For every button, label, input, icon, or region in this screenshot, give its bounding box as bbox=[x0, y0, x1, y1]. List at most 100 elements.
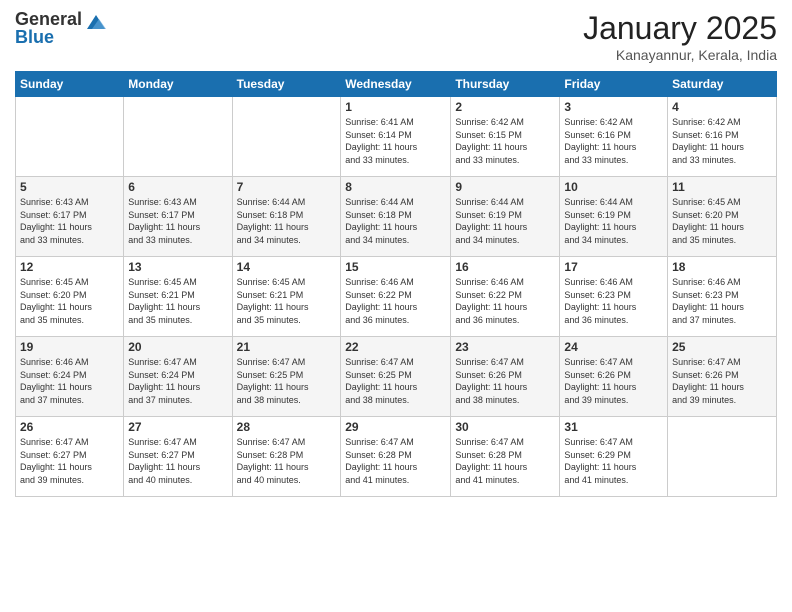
day-number: 2 bbox=[455, 100, 555, 114]
day-info: Sunrise: 6:45 AM Sunset: 6:21 PM Dayligh… bbox=[237, 276, 337, 326]
day-info: Sunrise: 6:47 AM Sunset: 6:28 PM Dayligh… bbox=[455, 436, 555, 486]
calendar-cell: 3 Sunrise: 6:42 AM Sunset: 6:16 PM Daylig… bbox=[560, 97, 668, 177]
calendar-cell: 18 Sunrise: 6:46 AM Sunset: 6:23 PM Dayli… bbox=[668, 257, 777, 337]
day-number: 3 bbox=[564, 100, 663, 114]
calendar-cell: 14Sunrise: 6:45 AM Sunset: 6:21 PM Dayli… bbox=[232, 257, 341, 337]
calendar-cell: 4 Sunrise: 6:42 AM Sunset: 6:16 PM Daylig… bbox=[668, 97, 777, 177]
day-number: 28 bbox=[237, 420, 337, 434]
day-number: 12 bbox=[20, 260, 119, 274]
day-info: Sunrise: 6:47 AM Sunset: 6:26 PM Dayligh… bbox=[564, 356, 663, 406]
day-info: Sunrise: 6:45 AM Sunset: 6:20 PM Dayligh… bbox=[20, 276, 119, 326]
day-number: 18 bbox=[672, 260, 772, 274]
calendar-cell: 17 Sunrise: 6:46 AM Sunset: 6:23 PM Dayli… bbox=[560, 257, 668, 337]
day-number: 5 bbox=[20, 180, 119, 194]
col-monday: Monday bbox=[124, 72, 232, 97]
day-number: 27 bbox=[128, 420, 227, 434]
day-number: 11 bbox=[672, 180, 772, 194]
day-number: 17 bbox=[564, 260, 663, 274]
day-info: Sunrise: 6:47 AM Sunset: 6:29 PM Dayligh… bbox=[564, 436, 663, 486]
calendar-cell: 15 Sunrise: 6:46 AM Sunset: 6:22 PM Dayli… bbox=[341, 257, 451, 337]
day-info: Sunrise: 6:47 AM Sunset: 6:25 PM Dayligh… bbox=[237, 356, 337, 406]
day-info: Sunrise: 6:47 AM Sunset: 6:26 PM Dayligh… bbox=[672, 356, 772, 406]
calendar-cell: 2 Sunrise: 6:42 AM Sunset: 6:15 PM Daylig… bbox=[451, 97, 560, 177]
day-info: Sunrise: 6:42 AM Sunset: 6:16 PM Dayligh… bbox=[564, 116, 663, 166]
day-info: Sunrise: 6:41 AM Sunset: 6:14 PM Dayligh… bbox=[345, 116, 446, 166]
day-info: Sunrise: 6:44 AM Sunset: 6:18 PM Dayligh… bbox=[345, 196, 446, 246]
day-number: 31 bbox=[564, 420, 663, 434]
day-info: Sunrise: 6:43 AM Sunset: 6:17 PM Dayligh… bbox=[20, 196, 119, 246]
day-info: Sunrise: 6:47 AM Sunset: 6:28 PM Dayligh… bbox=[237, 436, 337, 486]
calendar-week-4: 26Sunrise: 6:47 AM Sunset: 6:27 PM Dayli… bbox=[16, 417, 777, 497]
calendar-header-row: Sunday Monday Tuesday Wednesday Thursday… bbox=[16, 72, 777, 97]
day-info: Sunrise: 6:42 AM Sunset: 6:15 PM Dayligh… bbox=[455, 116, 555, 166]
day-number: 13 bbox=[128, 260, 227, 274]
calendar-cell: 1 Sunrise: 6:41 AM Sunset: 6:14 PM Daylig… bbox=[341, 97, 451, 177]
day-number: 19 bbox=[20, 340, 119, 354]
calendar-cell: 21 Sunrise: 6:47 AM Sunset: 6:25 PM Dayli… bbox=[232, 337, 341, 417]
day-number: 9 bbox=[455, 180, 555, 194]
day-info: Sunrise: 6:44 AM Sunset: 6:19 PM Dayligh… bbox=[564, 196, 663, 246]
calendar-cell: 22 Sunrise: 6:47 AM Sunset: 6:25 PM Dayli… bbox=[341, 337, 451, 417]
calendar-cell: 20Sunrise: 6:47 AM Sunset: 6:24 PM Dayli… bbox=[124, 337, 232, 417]
col-saturday: Saturday bbox=[668, 72, 777, 97]
day-number: 20 bbox=[128, 340, 227, 354]
day-info: Sunrise: 6:47 AM Sunset: 6:25 PM Dayligh… bbox=[345, 356, 446, 406]
calendar-cell: 31 Sunrise: 6:47 AM Sunset: 6:29 PM Dayli… bbox=[560, 417, 668, 497]
calendar-cell: 30Sunrise: 6:47 AM Sunset: 6:28 PM Dayli… bbox=[451, 417, 560, 497]
day-info: Sunrise: 6:46 AM Sunset: 6:22 PM Dayligh… bbox=[345, 276, 446, 326]
day-info: Sunrise: 6:45 AM Sunset: 6:21 PM Dayligh… bbox=[128, 276, 227, 326]
calendar-cell bbox=[232, 97, 341, 177]
day-number: 7 bbox=[237, 180, 337, 194]
calendar-cell: 6Sunrise: 6:43 AM Sunset: 6:17 PM Daylig… bbox=[124, 177, 232, 257]
day-number: 4 bbox=[672, 100, 772, 114]
day-number: 8 bbox=[345, 180, 446, 194]
day-number: 15 bbox=[345, 260, 446, 274]
col-wednesday: Wednesday bbox=[341, 72, 451, 97]
title-area: January 2025 Kanayannur, Kerala, India bbox=[583, 10, 777, 63]
day-number: 10 bbox=[564, 180, 663, 194]
calendar-cell: 27 Sunrise: 6:47 AM Sunset: 6:27 PM Dayli… bbox=[124, 417, 232, 497]
logo-text: General Blue bbox=[15, 10, 82, 46]
col-friday: Friday bbox=[560, 72, 668, 97]
calendar-cell: 29Sunrise: 6:47 AM Sunset: 6:28 PM Dayli… bbox=[341, 417, 451, 497]
col-tuesday: Tuesday bbox=[232, 72, 341, 97]
page: General Blue January 2025 Kanayannur, Ke… bbox=[0, 0, 792, 612]
calendar-cell: 5 Sunrise: 6:43 AM Sunset: 6:17 PM Daylig… bbox=[16, 177, 124, 257]
calendar-cell: 26Sunrise: 6:47 AM Sunset: 6:27 PM Dayli… bbox=[16, 417, 124, 497]
day-number: 24 bbox=[564, 340, 663, 354]
day-info: Sunrise: 6:46 AM Sunset: 6:22 PM Dayligh… bbox=[455, 276, 555, 326]
day-number: 21 bbox=[237, 340, 337, 354]
day-info: Sunrise: 6:46 AM Sunset: 6:23 PM Dayligh… bbox=[564, 276, 663, 326]
calendar-cell bbox=[668, 417, 777, 497]
day-number: 6 bbox=[128, 180, 227, 194]
calendar-cell: 28 Sunrise: 6:47 AM Sunset: 6:28 PM Dayli… bbox=[232, 417, 341, 497]
col-thursday: Thursday bbox=[451, 72, 560, 97]
logo: General Blue bbox=[15, 10, 107, 46]
calendar-week-3: 19Sunrise: 6:46 AM Sunset: 6:24 PM Dayli… bbox=[16, 337, 777, 417]
day-number: 1 bbox=[345, 100, 446, 114]
calendar-cell: 10 Sunrise: 6:44 AM Sunset: 6:19 PM Dayli… bbox=[560, 177, 668, 257]
calendar-week-1: 5 Sunrise: 6:43 AM Sunset: 6:17 PM Daylig… bbox=[16, 177, 777, 257]
day-info: Sunrise: 6:46 AM Sunset: 6:23 PM Dayligh… bbox=[672, 276, 772, 326]
day-info: Sunrise: 6:44 AM Sunset: 6:18 PM Dayligh… bbox=[237, 196, 337, 246]
day-number: 16 bbox=[455, 260, 555, 274]
location: Kanayannur, Kerala, India bbox=[583, 47, 777, 63]
day-number: 22 bbox=[345, 340, 446, 354]
month-title: January 2025 bbox=[583, 10, 777, 47]
header: General Blue January 2025 Kanayannur, Ke… bbox=[15, 10, 777, 63]
calendar-week-0: 1 Sunrise: 6:41 AM Sunset: 6:14 PM Daylig… bbox=[16, 97, 777, 177]
day-info: Sunrise: 6:44 AM Sunset: 6:19 PM Dayligh… bbox=[455, 196, 555, 246]
calendar-cell: 16 Sunrise: 6:46 AM Sunset: 6:22 PM Dayli… bbox=[451, 257, 560, 337]
day-info: Sunrise: 6:47 AM Sunset: 6:26 PM Dayligh… bbox=[455, 356, 555, 406]
calendar-cell: 25Sunrise: 6:47 AM Sunset: 6:26 PM Dayli… bbox=[668, 337, 777, 417]
logo-icon bbox=[85, 11, 107, 38]
day-info: Sunrise: 6:47 AM Sunset: 6:27 PM Dayligh… bbox=[128, 436, 227, 486]
calendar-cell bbox=[16, 97, 124, 177]
logo-blue: Blue bbox=[15, 28, 82, 46]
logo-general: General bbox=[15, 10, 82, 28]
calendar-cell: 24 Sunrise: 6:47 AM Sunset: 6:26 PM Dayli… bbox=[560, 337, 668, 417]
calendar-cell: 7 Sunrise: 6:44 AM Sunset: 6:18 PM Daylig… bbox=[232, 177, 341, 257]
day-number: 29 bbox=[345, 420, 446, 434]
day-info: Sunrise: 6:42 AM Sunset: 6:16 PM Dayligh… bbox=[672, 116, 772, 166]
calendar-cell: 11Sunrise: 6:45 AM Sunset: 6:20 PM Dayli… bbox=[668, 177, 777, 257]
